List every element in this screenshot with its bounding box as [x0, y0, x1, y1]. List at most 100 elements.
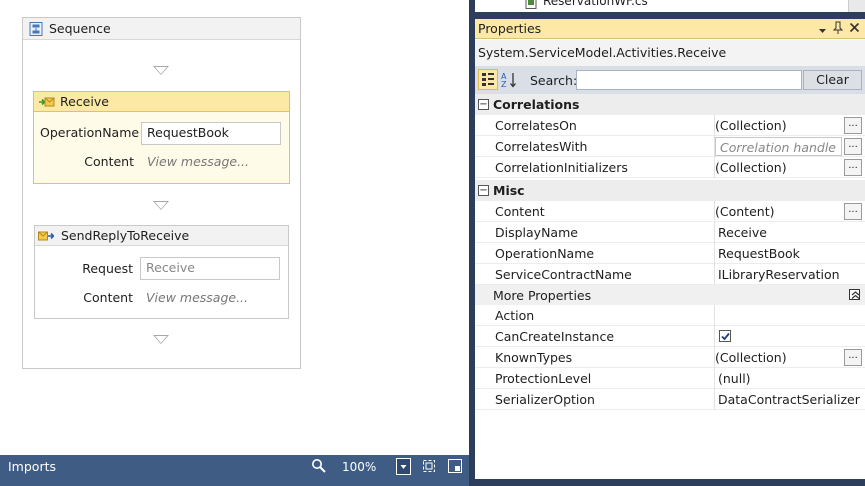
column-divider	[714, 368, 715, 389]
property-row-correlation-initializers[interactable]: CorrelationInitializers (Collection) ...	[475, 157, 865, 178]
properties-title-bar: Properties	[475, 19, 865, 39]
ellipsis-button[interactable]: ...	[844, 117, 862, 134]
svg-text:Z: Z	[501, 80, 507, 89]
property-name: ProtectionLevel	[495, 371, 592, 386]
property-row-content[interactable]: Content (Content) ...	[475, 201, 865, 222]
zoom-magnifier-icon[interactable]	[311, 458, 327, 477]
property-name: CorrelationInitializers	[495, 160, 628, 175]
window-position-dropdown-icon[interactable]	[818, 24, 827, 38]
sequence-icon	[29, 22, 43, 36]
imports-tab[interactable]: Imports	[8, 459, 56, 474]
drop-target-arrow-icon[interactable]	[153, 66, 169, 75]
cs-file-icon	[525, 0, 537, 12]
more-properties-header[interactable]: More Properties	[475, 285, 865, 305]
properties-toolbar: AZ Search: Clear	[475, 66, 865, 94]
property-name: CanCreateInstance	[495, 329, 615, 344]
alphabetical-sort-icon[interactable]: AZ	[500, 71, 518, 92]
property-value[interactable]: Receive	[718, 225, 767, 240]
properties-panel: ReservationWF.cs Properties System.Servi…	[475, 0, 865, 486]
properties-title: Properties	[478, 21, 542, 36]
property-row-protection-level[interactable]: ProtectionLevel (null)	[475, 368, 865, 389]
ellipsis-button[interactable]: ...	[844, 138, 862, 155]
zoom-level[interactable]: 100%	[342, 460, 376, 474]
property-row-correlates-with[interactable]: CorrelatesWith Correlation handle ...	[475, 136, 865, 157]
category-label: Correlations	[493, 97, 580, 112]
solution-item-label[interactable]: ReservationWF.cs	[543, 0, 648, 8]
property-row-service-contract-name[interactable]: ServiceContractName ILibraryReservation	[475, 264, 865, 285]
pin-icon[interactable]	[832, 21, 844, 38]
request-label: Request	[82, 261, 133, 276]
close-icon[interactable]	[849, 22, 860, 36]
collapse-more-properties-icon[interactable]	[849, 289, 860, 300]
ellipsis-button[interactable]: ...	[844, 203, 862, 220]
drop-target-arrow-icon[interactable]	[153, 335, 169, 344]
send-reply-activity[interactable]: SendReplyToReceive Request Receive Conte…	[34, 225, 289, 319]
collapse-icon[interactable]: −	[478, 99, 489, 110]
category-correlations[interactable]: − Correlations	[475, 94, 865, 115]
receive-title: Receive	[60, 94, 109, 109]
property-value[interactable]: DataContractSerializer	[718, 392, 860, 407]
property-name: CorrelatesOn	[495, 118, 577, 133]
operation-name-label: OperationName	[40, 125, 140, 140]
property-row-serializer-option[interactable]: SerializerOption DataContractSerializer	[475, 389, 865, 410]
ellipsis-button[interactable]: ...	[844, 349, 862, 366]
property-row-known-types[interactable]: KnownTypes (Collection) ...	[475, 347, 865, 368]
search-label: Search:	[530, 73, 578, 88]
designer-status-bar: Imports 100%	[0, 455, 469, 486]
sequence-header: Sequence	[23, 18, 300, 40]
receive-icon	[39, 95, 55, 109]
receive-activity[interactable]: Receive OperationName RequestBook Conten…	[33, 91, 290, 184]
property-name: OperationName	[495, 246, 595, 261]
selected-type-bar: System.ServiceModel.Activities.Receive	[475, 40, 865, 66]
property-row-can-create-instance[interactable]: CanCreateInstance	[475, 326, 865, 347]
drop-target-arrow-icon[interactable]	[153, 201, 169, 210]
property-name: Content	[495, 204, 545, 219]
content-view-message-link[interactable]: View message...	[146, 290, 248, 305]
property-name: DisplayName	[495, 225, 578, 240]
categorized-view-button[interactable]	[478, 69, 498, 90]
property-name: SerializerOption	[495, 392, 595, 407]
property-name: CorrelatesWith	[495, 139, 588, 154]
fit-to-screen-icon[interactable]	[421, 458, 437, 477]
zoom-dropdown-chevron-icon[interactable]	[396, 458, 411, 475]
bottom-edge	[475, 479, 865, 486]
send-reply-title: SendReplyToReceive	[61, 228, 190, 243]
ellipsis-button[interactable]: ...	[844, 159, 862, 176]
property-value[interactable]: ILibraryReservation	[718, 267, 840, 282]
more-properties-label: More Properties	[493, 288, 592, 303]
correlation-handle-field[interactable]: Correlation handle	[715, 137, 842, 156]
property-value[interactable]: (Collection)	[715, 350, 787, 365]
column-divider	[714, 326, 715, 347]
property-grid: − Correlations CorrelatesOn (Collection)…	[475, 94, 865, 414]
column-divider	[714, 305, 715, 326]
solution-scrollbar[interactable]	[848, 0, 865, 12]
property-row-operation-name[interactable]: OperationName RequestBook	[475, 243, 865, 264]
property-value[interactable]: (null)	[718, 371, 751, 386]
content-label: Content	[84, 154, 134, 169]
sequence-activity[interactable]: Sequence Receive OperationName RequestBo…	[22, 17, 301, 369]
property-row-correlates-on[interactable]: CorrelatesOn (Collection) ...	[475, 115, 865, 136]
sequence-title: Sequence	[49, 21, 111, 36]
request-field[interactable]: Receive	[140, 257, 280, 280]
column-divider	[714, 222, 715, 243]
category-misc[interactable]: − Misc	[475, 180, 865, 201]
column-divider	[714, 243, 715, 264]
search-input[interactable]	[576, 70, 802, 90]
property-name: ServiceContractName	[495, 267, 632, 282]
property-row-action[interactable]: Action	[475, 305, 865, 326]
content-label: Content	[83, 290, 133, 305]
property-value[interactable]: (Collection)	[715, 118, 787, 133]
property-row-display-name[interactable]: DisplayName Receive	[475, 222, 865, 243]
panel-splitter[interactable]	[475, 12, 865, 19]
receive-header: Receive	[34, 92, 289, 112]
content-view-message-link[interactable]: View message...	[147, 154, 249, 169]
can-create-instance-checkbox[interactable]	[719, 330, 731, 342]
property-value[interactable]: RequestBook	[718, 246, 800, 261]
property-value[interactable]: (Collection)	[715, 160, 787, 175]
clear-button[interactable]: Clear	[803, 70, 862, 90]
collapse-icon[interactable]: −	[478, 185, 489, 196]
property-name: Action	[495, 308, 535, 323]
operation-name-field[interactable]: RequestBook	[141, 122, 281, 145]
property-value[interactable]: (Content)	[715, 204, 774, 219]
overview-map-icon[interactable]	[447, 458, 463, 477]
